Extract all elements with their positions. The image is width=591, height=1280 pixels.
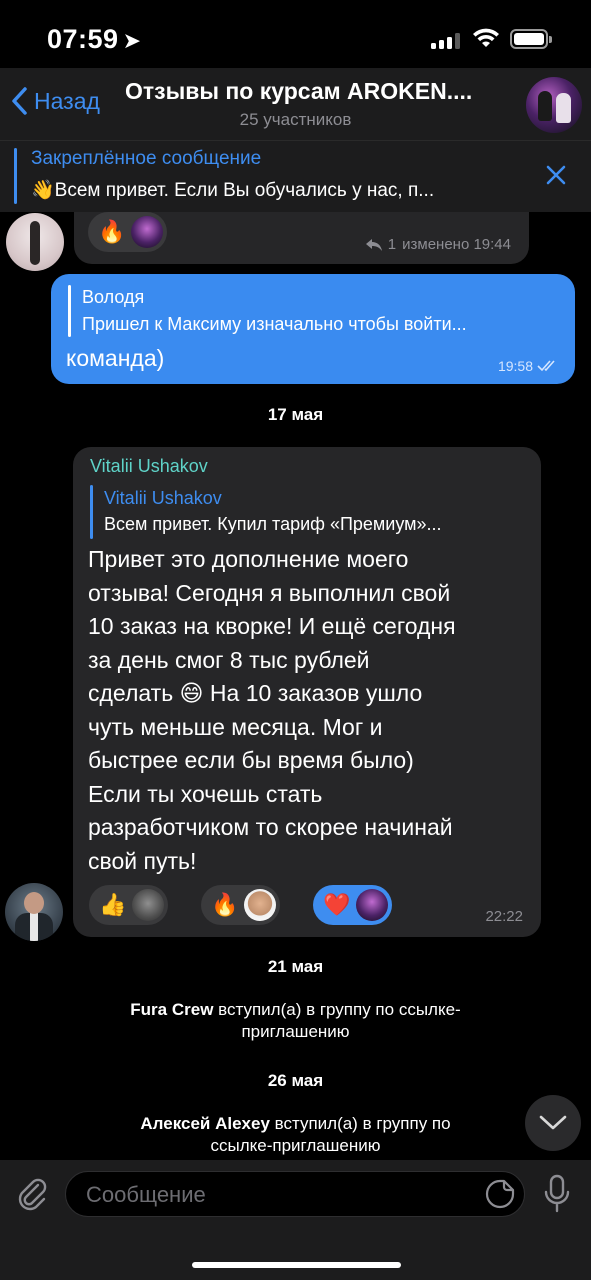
message-text: команда) (66, 345, 165, 371)
pinned-message-bar[interactable]: Закреплённое сообщение 👋Всем привет. Есл… (0, 141, 591, 212)
message-field[interactable] (65, 1171, 525, 1218)
message-meta: 1 изменено 19:44 (365, 236, 511, 253)
chevron-down-icon (539, 1115, 567, 1130)
avatar[interactable] (6, 213, 64, 271)
attachment-icon[interactable] (16, 1175, 48, 1211)
date-separator: 21 мая (267, 957, 324, 976)
message-time: 19:58 (497, 358, 533, 374)
reactor-avatar (132, 889, 165, 921)
system-message: Fura Crew вступил(а) в группу по ссылке-… (0, 999, 591, 1043)
reply-count: 1 (387, 236, 397, 253)
reactor-avatar (244, 889, 277, 921)
reaction-fire[interactable]: 🔥 (201, 885, 281, 925)
edited-time: изменено 19:44 (402, 236, 511, 253)
close-icon[interactable] (544, 163, 568, 187)
sender-name[interactable]: Vitalii Ushakov (90, 456, 208, 477)
system-message: Алексей Alexey вступил(а) в группу по сс… (0, 1113, 591, 1157)
member-name[interactable]: Fura Crew (130, 1000, 213, 1019)
navigation-arrow-icon: ➤ (122, 28, 142, 53)
reaction-heart[interactable]: ❤️ (313, 885, 393, 925)
reaction-like[interactable]: 👍 (89, 885, 169, 925)
reaction-fire[interactable]: 🔥 (88, 212, 168, 252)
battery-icon (510, 29, 552, 49)
double-check-icon (537, 360, 555, 372)
reaction-emoji: 🔥 (98, 219, 126, 244)
message-bubble-outgoing[interactable]: Володя Пришел к Максиму изначально чтобы… (51, 274, 575, 384)
system-text: вступил(а) в группу по ссылке- (213, 1000, 461, 1019)
system-text: ссылке-приглашению (210, 1136, 381, 1155)
message-bubble[interactable]: 🔥 1 изменено 19:44 (74, 212, 529, 264)
reply-author[interactable]: Володя (82, 287, 144, 308)
pinned-title: Закреплённое сообщение (31, 148, 262, 169)
reply-author[interactable]: Vitalii Ushakov (104, 488, 222, 509)
message-input[interactable] (84, 1172, 468, 1218)
message-meta: 19:58 (498, 358, 559, 374)
member-name[interactable]: Алексей Alexey (140, 1114, 270, 1133)
reaction-emoji: 🔥 (211, 892, 239, 917)
avatar[interactable] (5, 883, 63, 941)
reply-text[interactable]: Всем привет. Купил тариф «Премиум»... (104, 514, 534, 535)
pinned-indicator (14, 148, 17, 204)
reply-text[interactable]: Пришел к Максиму изначально чтобы войти.… (82, 314, 562, 335)
chat-header: Назад Отзывы по курсам AROKEN.... 25 уча… (0, 68, 591, 141)
reaction-emoji: 👍 (99, 892, 127, 917)
microphone-icon[interactable] (542, 1174, 572, 1214)
reaction-emoji: ❤️ (323, 892, 351, 917)
reply-icon (365, 238, 382, 251)
reactor-avatar (131, 216, 164, 248)
signal-icon (431, 33, 463, 49)
pinned-text: 👋Всем привет. Если Вы обучались у нас, п… (31, 180, 435, 201)
reply-indicator (90, 485, 93, 539)
chat-subtitle: 25 участников (239, 110, 352, 129)
scroll-down-button[interactable] (525, 1095, 581, 1151)
message-text: Привет это дополнение моего отзыва! Сего… (88, 546, 456, 874)
system-text: вступил(а) в группу по (269, 1114, 451, 1133)
home-indicator[interactable] (192, 1262, 401, 1268)
system-text: приглашению (241, 1022, 350, 1041)
date-separator: 17 мая (267, 405, 324, 424)
date-separator: 26 мая (267, 1071, 324, 1090)
sticker-icon[interactable] (484, 1178, 516, 1210)
reactor-avatar (356, 889, 389, 921)
message-bubble[interactable]: Vitalii Ushakov Vitalii Ushakov Всем при… (73, 447, 541, 937)
message-time: 22:22 (485, 908, 523, 925)
status-time-text: 07:59 (47, 24, 119, 54)
reply-indicator (68, 285, 71, 337)
group-avatar[interactable] (526, 77, 582, 133)
wifi-icon (473, 28, 499, 47)
chat-title[interactable]: Отзывы по курсам AROKEN.... (125, 78, 515, 105)
status-time: 07:59 ➤ (47, 24, 142, 55)
